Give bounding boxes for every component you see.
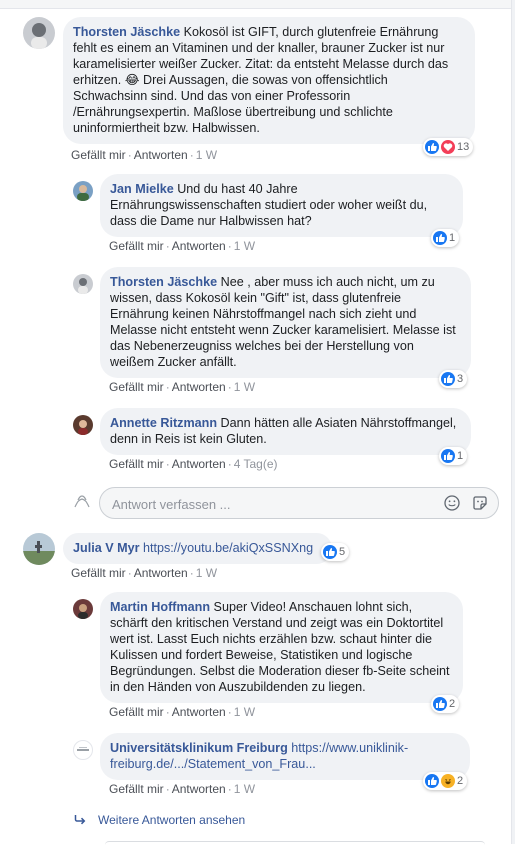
- reaction-summary[interactable]: 5: [321, 543, 350, 561]
- comment-author[interactable]: Jan Mielke: [110, 182, 174, 196]
- comment-bubble: Annette Ritzmann Dann hätten alle Asiate…: [100, 408, 471, 455]
- comment-actions: Gefällt mir · Antworten · 1 W: [71, 148, 218, 162]
- comment-actions: Gefällt mir · Antworten · 1 W: [109, 380, 256, 394]
- next-item-edge: [105, 841, 485, 845]
- top-divider: [0, 0, 515, 9]
- reaction-count: 2: [449, 698, 456, 710]
- comment-actions: Gefällt mir · Antworten · 1 W: [109, 239, 256, 253]
- comment-author[interactable]: Universitätsklinikum Freiburg: [110, 741, 288, 755]
- avatar[interactable]: [73, 274, 93, 294]
- reply-link[interactable]: Antworten: [134, 566, 188, 580]
- avatar[interactable]: [23, 533, 55, 565]
- comment-bubble: Julia V Myr https://youtu.be/akiQxSSNXng: [63, 533, 332, 564]
- timestamp[interactable]: 4 Tag(e): [234, 457, 278, 471]
- haha-reaction-icon: [441, 774, 455, 788]
- reaction-count: 1: [457, 450, 464, 462]
- comment-author[interactable]: Martin Hoffmann: [110, 600, 210, 614]
- avatar[interactable]: [73, 415, 93, 435]
- reply-link[interactable]: Antworten: [172, 782, 226, 796]
- reaction-count: 13: [457, 141, 470, 153]
- reply-input[interactable]: [110, 494, 434, 514]
- own-avatar: [71, 491, 93, 513]
- comment-text: Nee , aber muss ich auch nicht, um zu wi…: [110, 275, 456, 369]
- comment-bubble: Thorsten Jäschke Kokosöl ist GIFT, durch…: [63, 17, 475, 144]
- timestamp[interactable]: 1 W: [234, 380, 255, 394]
- reaction-count: 5: [339, 546, 346, 558]
- avatar[interactable]: [73, 740, 93, 760]
- comment-author[interactable]: Julia V Myr: [73, 541, 140, 555]
- view-more-replies-link[interactable]: Weitere Antworten ansehen: [74, 813, 245, 828]
- timestamp[interactable]: 1 W: [234, 705, 255, 719]
- reaction-count: 1: [449, 232, 456, 244]
- comment-bubble: Universitätsklinikum Freiburg https://ww…: [100, 733, 470, 780]
- emoji-icon[interactable]: [444, 495, 460, 516]
- reaction-summary[interactable]: 3: [439, 370, 468, 388]
- comment-text: Kokosöl ist GIFT, durch glutenfreie Ernä…: [73, 25, 449, 135]
- comment-bubble: Martin Hoffmann Super Video! Anschauen l…: [100, 592, 463, 703]
- timestamp[interactable]: 1 W: [234, 782, 255, 796]
- comment-actions: Gefällt mir · Antworten · 4 Tag(e): [109, 457, 278, 471]
- comment-author[interactable]: Thorsten Jäschke: [110, 275, 217, 289]
- avatar[interactable]: [23, 17, 55, 49]
- comment-author[interactable]: Annette Ritzmann: [110, 416, 217, 430]
- timestamp[interactable]: 1 W: [196, 148, 217, 162]
- comment-bubble: Thorsten Jäschke Nee , aber muss ich auc…: [100, 267, 471, 378]
- like-link[interactable]: Gefällt mir: [109, 239, 164, 253]
- timestamp[interactable]: 1 W: [234, 239, 255, 253]
- like-reaction-icon: [425, 774, 439, 788]
- reaction-count: 2: [457, 775, 464, 787]
- avatar[interactable]: [73, 599, 93, 619]
- reaction-summary[interactable]: 2: [431, 695, 460, 713]
- view-more-replies-label: Weitere Antworten ansehen: [98, 813, 246, 827]
- reply-link[interactable]: Antworten: [134, 148, 188, 162]
- reaction-summary[interactable]: 1: [431, 229, 460, 247]
- love-reaction-icon: [441, 140, 455, 154]
- sticker-icon[interactable]: [472, 495, 488, 516]
- like-reaction-icon: [433, 697, 447, 711]
- reply-composer[interactable]: [99, 487, 499, 519]
- like-link[interactable]: Gefällt mir: [109, 705, 164, 719]
- reaction-count: 3: [457, 373, 464, 385]
- like-link[interactable]: Gefällt mir: [109, 782, 164, 796]
- reply-link[interactable]: Antworten: [172, 239, 226, 253]
- comment-actions: Gefällt mir · Antworten · 1 W: [109, 782, 256, 796]
- like-link[interactable]: Gefällt mir: [71, 566, 126, 580]
- timestamp[interactable]: 1 W: [196, 566, 217, 580]
- comment-text: Super Video! Anschauen lohnt sich, schär…: [110, 600, 450, 694]
- comment-actions: Gefällt mir · Antworten · 1 W: [71, 566, 218, 580]
- comment-author[interactable]: Thorsten Jäschke: [73, 25, 180, 39]
- comment-bubble: Jan Mielke Und du hast 40 Jahre Ernährun…: [100, 174, 463, 237]
- like-link[interactable]: Gefällt mir: [71, 148, 126, 162]
- reaction-summary[interactable]: 13: [423, 138, 474, 156]
- like-reaction-icon: [425, 140, 439, 154]
- reply-arrow-icon: [74, 814, 88, 828]
- reply-link[interactable]: Antworten: [172, 380, 226, 394]
- like-reaction-icon: [433, 231, 447, 245]
- like-reaction-icon: [441, 449, 455, 463]
- reaction-summary[interactable]: 1: [439, 447, 468, 465]
- reaction-summary[interactable]: 2: [423, 772, 468, 790]
- reply-link[interactable]: Antworten: [172, 705, 226, 719]
- like-reaction-icon: [323, 545, 337, 559]
- reply-link[interactable]: Antworten: [172, 457, 226, 471]
- scrollbar-track[interactable]: [511, 0, 515, 844]
- comment-actions: Gefällt mir · Antworten · 1 W: [109, 705, 256, 719]
- comment-link[interactable]: https://youtu.be/akiQxSSNXng: [143, 541, 313, 555]
- avatar[interactable]: [73, 181, 93, 201]
- like-link[interactable]: Gefällt mir: [109, 380, 164, 394]
- like-link[interactable]: Gefällt mir: [109, 457, 164, 471]
- like-reaction-icon: [441, 372, 455, 386]
